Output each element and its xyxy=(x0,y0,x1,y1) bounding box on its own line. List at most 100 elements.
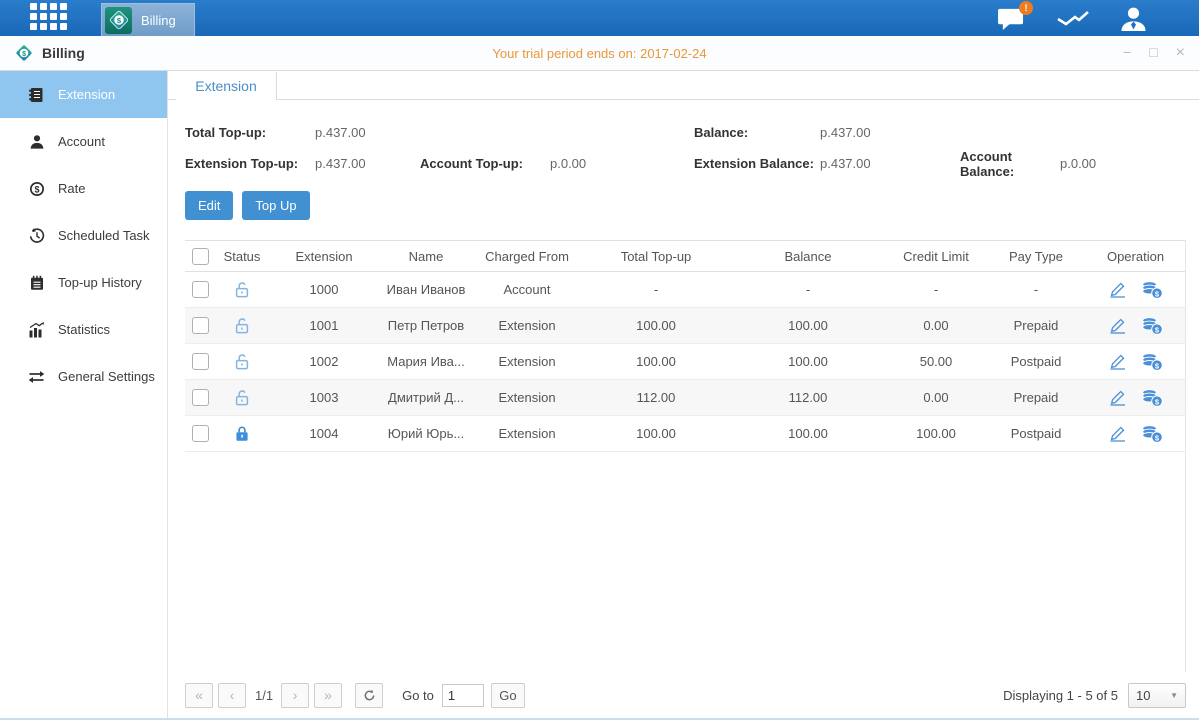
balance-cell: - xyxy=(731,272,885,308)
sidebar-item-extension[interactable]: Extension xyxy=(0,71,167,118)
top-up-extension-icon[interactable]: $ xyxy=(1141,425,1163,443)
sidebar-item-label: Scheduled Task xyxy=(58,228,150,243)
top-up-extension-icon[interactable]: $ xyxy=(1141,353,1163,371)
statistics-icon xyxy=(28,322,45,338)
row-checkbox[interactable] xyxy=(192,281,209,298)
total-topup-cell: - xyxy=(581,272,731,308)
total-topup-value: p.437.00 xyxy=(315,125,420,140)
status-cell xyxy=(215,344,269,380)
row-checkbox[interactable] xyxy=(192,425,209,442)
pay-type-cell: Prepaid xyxy=(987,380,1085,416)
first-page-button[interactable]: « xyxy=(185,683,213,708)
edit-extension-icon[interactable] xyxy=(1108,389,1127,406)
refresh-icon[interactable] xyxy=(355,683,383,708)
tab-extension[interactable]: Extension xyxy=(176,72,277,100)
last-page-button[interactable]: » xyxy=(314,683,342,708)
page-indicator: 1/1 xyxy=(255,688,273,703)
row-checkbox[interactable] xyxy=(192,353,209,370)
column-header-pay-type: Pay Type xyxy=(987,241,1085,272)
table-row: 1002Мария Ива...Extension100.00100.0050.… xyxy=(185,344,1186,380)
billing-title-icon: $ xyxy=(14,43,34,63)
charged-from-cell: Extension xyxy=(473,308,581,344)
page-size-select[interactable]: 10 ▼ xyxy=(1128,683,1186,708)
edit-extension-icon[interactable] xyxy=(1108,317,1127,334)
goto-label: Go to xyxy=(402,688,434,703)
edit-button[interactable]: Edit xyxy=(185,191,233,220)
next-page-button[interactable]: › xyxy=(281,683,309,708)
sidebar-item-label: Extension xyxy=(58,87,115,102)
balance-cell: 100.00 xyxy=(731,416,885,452)
edit-extension-icon[interactable] xyxy=(1108,281,1127,298)
account-icon xyxy=(28,134,45,150)
balance-cell: 100.00 xyxy=(731,344,885,380)
window-controls: − □ × xyxy=(1123,45,1185,61)
column-header-balance: Balance xyxy=(731,241,885,272)
topbar-icons: ! xyxy=(997,0,1147,36)
top-up-extension-icon[interactable]: $ xyxy=(1141,317,1163,335)
lock-closed-icon[interactable] xyxy=(234,425,250,442)
row-checkbox[interactable] xyxy=(192,389,209,406)
column-header-status: Status xyxy=(215,241,269,272)
sidebar-item-account[interactable]: Account xyxy=(0,118,167,165)
table-row: 1003Дмитрий Д...Extension112.00112.000.0… xyxy=(185,380,1186,416)
window-titlebar: $ Billing Your trial period ends on: 201… xyxy=(0,36,1199,71)
billing-app-icon: $ xyxy=(105,7,132,34)
checkbox-cell xyxy=(185,272,215,308)
app-launcher-icon[interactable] xyxy=(30,3,67,30)
column-header-charged-from: Charged From xyxy=(473,241,581,272)
resource-monitor-icon[interactable] xyxy=(1056,6,1090,30)
top-up-extension-icon[interactable]: $ xyxy=(1141,389,1163,407)
extension-cell: 1004 xyxy=(269,416,379,452)
table-row: 1004Юрий Юрь...Extension100.00100.00100.… xyxy=(185,416,1186,452)
pay-type-cell: - xyxy=(987,272,1085,308)
go-button[interactable]: Go xyxy=(491,683,525,708)
name-cell: Дмитрий Д... xyxy=(379,380,473,416)
lock-open-icon[interactable] xyxy=(234,317,250,334)
total-topup-cell: 100.00 xyxy=(581,416,731,452)
maximize-icon[interactable]: □ xyxy=(1149,45,1157,61)
header-checkbox-cell xyxy=(185,241,215,272)
sidebar-item-label: Statistics xyxy=(58,322,110,337)
name-cell: Иван Иванов xyxy=(379,272,473,308)
sidebar-item-scheduled-task[interactable]: Scheduled Task xyxy=(0,212,167,259)
app-tab-billing[interactable]: $ Billing xyxy=(101,3,195,36)
notification-badge: ! xyxy=(1019,1,1033,15)
charged-from-cell: Extension xyxy=(473,380,581,416)
notifications-icon[interactable]: ! xyxy=(997,6,1026,31)
top-up-button[interactable]: Top Up xyxy=(242,191,309,220)
operation-cell: $ xyxy=(1085,272,1186,308)
close-icon[interactable]: × xyxy=(1176,45,1185,61)
sidebar-item-general-settings[interactable]: General Settings xyxy=(0,353,167,400)
row-checkbox[interactable] xyxy=(192,317,209,334)
app-tab-label: Billing xyxy=(141,13,176,28)
edit-extension-icon[interactable] xyxy=(1108,353,1127,370)
minimize-icon[interactable]: − xyxy=(1123,45,1131,61)
select-all-checkbox[interactable] xyxy=(192,248,209,265)
displaying-text: Displaying 1 - 5 of 5 xyxy=(1003,688,1118,703)
lock-open-icon[interactable] xyxy=(234,353,250,370)
user-menu-icon[interactable] xyxy=(1120,6,1147,31)
extension-topup-label: Extension Top-up: xyxy=(185,156,315,171)
extension-topup-value: p.437.00 xyxy=(315,156,420,171)
sidebar-item-statistics[interactable]: Statistics xyxy=(0,306,167,353)
lock-open-icon[interactable] xyxy=(234,281,250,298)
scheduled-task-icon xyxy=(28,228,45,244)
rate-icon: $ xyxy=(28,181,45,197)
total-topup-cell: 100.00 xyxy=(581,344,731,380)
sidebar-item-topup-history[interactable]: Top-up History xyxy=(0,259,167,306)
total-topup-cell: 112.00 xyxy=(581,380,731,416)
extension-cell: 1002 xyxy=(269,344,379,380)
extension-balance-value: p.437.00 xyxy=(820,156,960,171)
total-topup-label: Total Top-up: xyxy=(185,125,315,140)
lock-open-icon[interactable] xyxy=(234,389,250,406)
goto-page-input[interactable] xyxy=(442,684,484,707)
edit-extension-icon[interactable] xyxy=(1108,425,1127,442)
pay-type-cell: Postpaid xyxy=(987,344,1085,380)
tab-strip: Extension xyxy=(168,71,1199,100)
prev-page-button[interactable]: ‹ xyxy=(218,683,246,708)
column-header-name: Name xyxy=(379,241,473,272)
page-size-value: 10 xyxy=(1136,688,1150,703)
sidebar-item-rate[interactable]: $Rate xyxy=(0,165,167,212)
top-up-extension-icon[interactable]: $ xyxy=(1141,281,1163,299)
pay-type-cell: Postpaid xyxy=(987,416,1085,452)
